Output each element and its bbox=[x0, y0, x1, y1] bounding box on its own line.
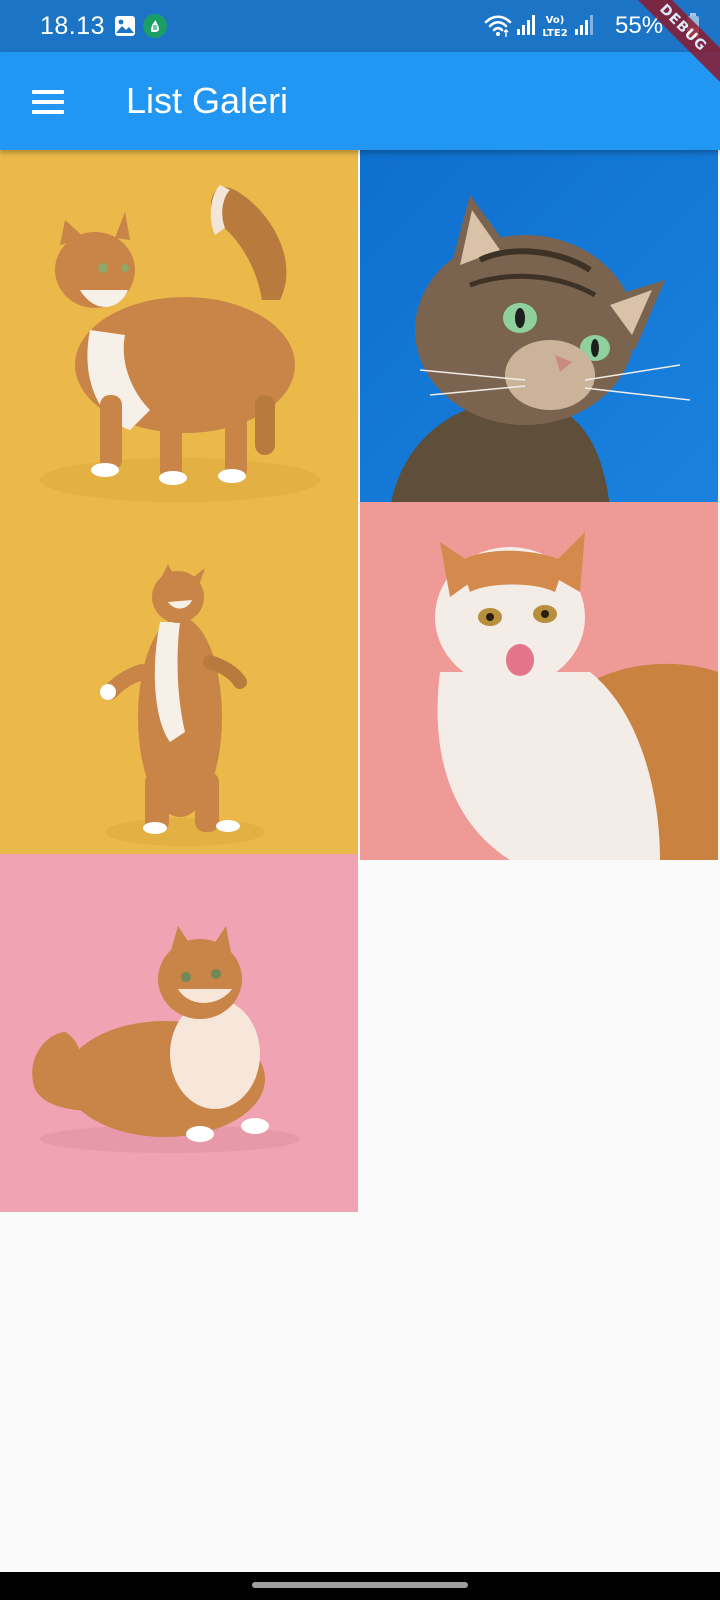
status-bar: 18.13 Vo) LTE2 55% bbox=[0, 0, 720, 52]
network-label: LTE2 bbox=[542, 28, 567, 39]
navigation-bar bbox=[0, 1572, 720, 1600]
app-notification-icon bbox=[143, 14, 167, 38]
signal-icon bbox=[517, 15, 535, 35]
cat-photo-1 bbox=[0, 150, 358, 508]
wifi-icon bbox=[484, 15, 512, 37]
volte-label: Vo) bbox=[546, 15, 565, 26]
gallery-item-2[interactable] bbox=[360, 150, 718, 508]
cat-photo-3 bbox=[0, 502, 358, 860]
gallery-item-4[interactable] bbox=[360, 502, 718, 860]
volte-lte2-icon: Vo) LTE2 bbox=[542, 15, 567, 39]
app-bar: List Galeri bbox=[0, 52, 720, 150]
screen: 18.13 Vo) LTE2 55% DEBUG List Galeri bbox=[0, 0, 720, 1600]
home-gesture-handle[interactable] bbox=[252, 1582, 468, 1588]
cat-photo-4 bbox=[360, 502, 718, 860]
page-title: List Galeri bbox=[126, 80, 289, 121]
cat-photo-5 bbox=[0, 854, 358, 1212]
gallery-item-3[interactable] bbox=[0, 502, 358, 860]
hamburger-menu-icon[interactable] bbox=[18, 72, 78, 132]
image-notification-icon bbox=[115, 16, 135, 36]
status-time: 18.13 bbox=[40, 12, 106, 40]
cat-photo-2 bbox=[360, 150, 718, 508]
gallery-item-5[interactable] bbox=[0, 854, 358, 1212]
signal-icon-2 bbox=[575, 15, 593, 35]
gallery-item-1[interactable] bbox=[0, 150, 358, 508]
